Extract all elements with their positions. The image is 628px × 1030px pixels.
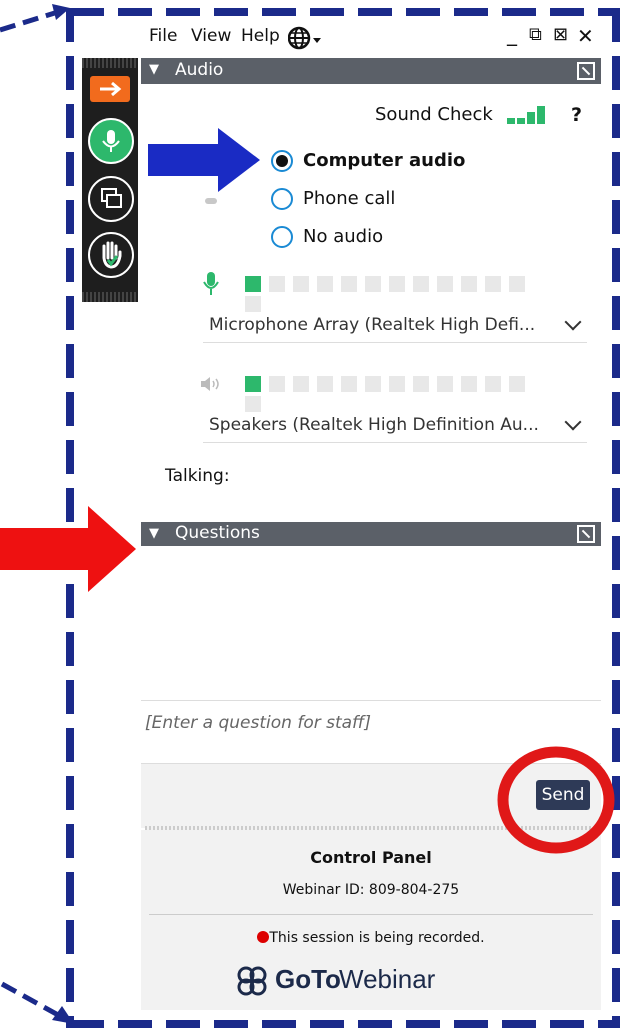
footer-divider xyxy=(149,914,593,915)
red-arrow-icon xyxy=(0,506,136,592)
questions-log xyxy=(141,546,601,700)
speaker-icon xyxy=(201,377,219,391)
microphone-button[interactable] xyxy=(88,118,134,164)
chevron-down-icon xyxy=(564,413,582,431)
audio-section-title: Audio xyxy=(175,60,224,80)
record-dot-icon xyxy=(257,931,270,943)
chevron-down-icon xyxy=(564,313,582,331)
speakers-select[interactable]: Speakers (Realtek High Definition Au... xyxy=(203,410,587,443)
corner-arrow-bottom-icon xyxy=(0,981,74,1024)
screen-share-button[interactable] xyxy=(88,176,134,222)
mic-level-meter xyxy=(245,276,545,312)
microphone-icon xyxy=(102,130,120,152)
no-audio-label: No audio xyxy=(303,226,384,247)
dashed-frame-right xyxy=(612,8,620,1028)
menu-help[interactable]: Help xyxy=(241,26,280,46)
phone-call-label: Phone call xyxy=(303,188,396,209)
computer-audio-label: Computer audio xyxy=(303,150,466,171)
questions-section-header[interactable]: ▼ Questions xyxy=(141,522,601,546)
help-icon[interactable]: ? xyxy=(571,104,582,126)
raise-hand-icon xyxy=(102,241,122,269)
radio-computer-audio[interactable] xyxy=(271,150,293,172)
brand-webinar: Webinar xyxy=(339,964,436,994)
blue-arrow-icon xyxy=(148,128,260,192)
brand-goto: GoTo xyxy=(275,964,341,994)
corner-arrow-top-icon xyxy=(0,4,70,33)
raise-hand-button[interactable] xyxy=(88,232,134,278)
dashed-frame-bottom xyxy=(70,1020,620,1028)
recording-notice: This session is being recorded. xyxy=(141,930,601,946)
speaker-level-meter xyxy=(245,376,545,412)
restore-button[interactable]: ⧉ xyxy=(529,24,542,45)
collapse-triangle-icon: ▼ xyxy=(149,62,159,77)
microphone-select[interactable]: Microphone Array (Realtek High Defi... xyxy=(203,310,587,343)
sound-check-link[interactable]: Sound Check xyxy=(375,104,493,125)
popout-button[interactable]: ⊠ xyxy=(553,24,568,45)
radio-no-audio[interactable] xyxy=(271,226,293,248)
webinar-id: Webinar ID: 809-804-275 xyxy=(282,882,460,898)
left-sidebar xyxy=(82,58,138,302)
question-input-placeholder: [Enter a question for staff] xyxy=(145,713,371,733)
signal-bars-icon xyxy=(507,106,545,124)
radio-phone-call[interactable] xyxy=(271,188,293,210)
talking-label: Talking: xyxy=(165,466,230,486)
menu-file[interactable]: File xyxy=(149,26,177,46)
menubar: File View Help _ ⧉ ⊠ ✕ xyxy=(141,20,603,58)
microphone-select-value: Microphone Array (Realtek High Defi... xyxy=(209,315,536,335)
collapse-triangle-icon: ▼ xyxy=(149,526,159,541)
questions-section-title: Questions xyxy=(175,523,260,543)
popout-icon[interactable] xyxy=(577,62,595,80)
close-button[interactable]: ✕ xyxy=(577,24,594,48)
minimize-button[interactable]: _ xyxy=(507,22,517,46)
gotowebinar-logo: GoTo Webinar xyxy=(237,962,507,1002)
speakers-select-value: Speakers (Realtek High Definition Au... xyxy=(209,415,539,435)
globe-icon[interactable] xyxy=(288,26,324,50)
arrow-right-icon xyxy=(100,81,122,97)
microphone-icon xyxy=(203,272,219,295)
sidebar-grip-bottom[interactable] xyxy=(82,292,138,302)
sidebar-grip[interactable] xyxy=(82,58,138,68)
popout-icon[interactable] xyxy=(577,525,595,543)
menu-view[interactable]: View xyxy=(191,26,231,46)
dashed-frame-top xyxy=(70,8,620,16)
audio-section-header[interactable]: ▼ Audio xyxy=(141,58,601,84)
screen-share-icon xyxy=(101,188,122,208)
collapse-arrow-button[interactable] xyxy=(90,76,130,102)
recording-text: This session is being recorded. xyxy=(269,930,485,946)
red-circle-highlight xyxy=(497,746,615,854)
gotowebinar-logo-icon xyxy=(237,966,267,996)
